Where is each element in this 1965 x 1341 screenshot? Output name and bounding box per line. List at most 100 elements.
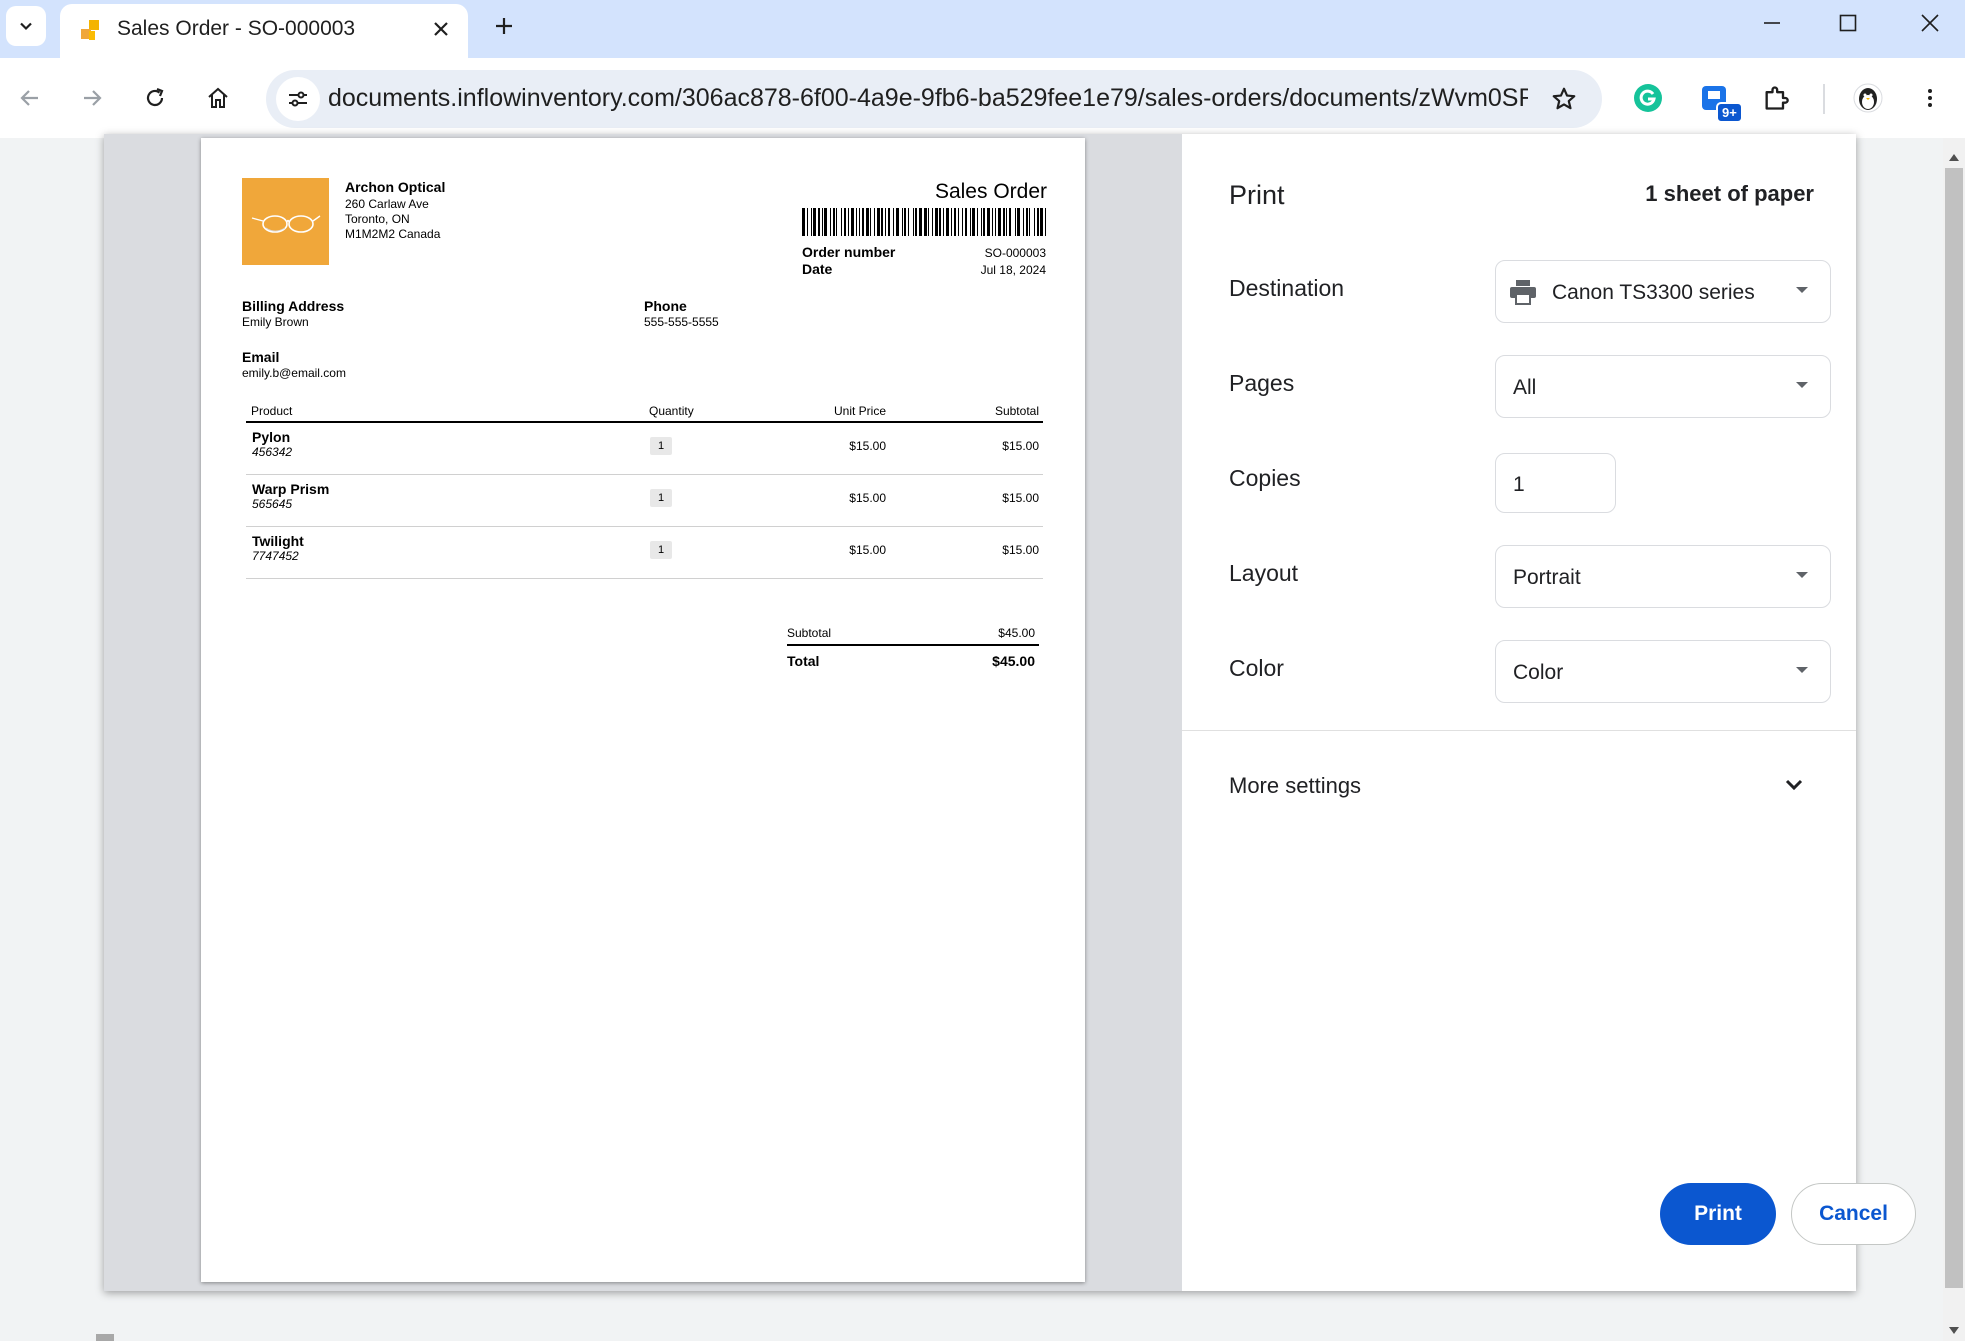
subtotal-label: Subtotal <box>787 626 832 640</box>
item-unit-price: $15.00 <box>849 491 886 505</box>
print-settings-panel: Print 1 sheet of paper Destination Canon… <box>1182 134 1916 1291</box>
back-arrow-icon <box>20 90 38 106</box>
print-dialog: Archon Optical 260 Carlaw Ave Toronto, O… <box>104 134 1916 1291</box>
layout-label: Layout <box>1229 560 1299 586</box>
maximize-button[interactable] <box>1808 0 1888 46</box>
column-header-unit-price: Unit Price <box>833 404 886 418</box>
preview-page: Archon Optical 260 Carlaw Ave Toronto, O… <box>201 138 1085 1282</box>
destination-value: Canon TS3300 series <box>1552 281 1755 304</box>
item-quantity: 1 <box>650 489 672 507</box>
minimize-icon <box>1764 22 1780 24</box>
active-tab[interactable]: Sales Order - SO-000003 <box>60 4 468 58</box>
layout-value: Portrait <box>1513 566 1581 589</box>
toolbar-separator <box>1823 84 1825 114</box>
item-sku: 456342 <box>252 445 293 459</box>
item-quantity: 1 <box>650 437 672 455</box>
item-unit-price: $15.00 <box>849 439 886 453</box>
date-value: Jul 18, 2024 <box>980 263 1046 277</box>
email-label: Email <box>242 349 280 365</box>
item-unit-price: $15.00 <box>849 543 886 557</box>
home-icon <box>208 87 228 108</box>
order-number-value: SO-000003 <box>984 246 1046 260</box>
column-header-product: Product <box>251 404 293 418</box>
date-label: Date <box>802 261 833 277</box>
total-value: $45.00 <box>992 653 1035 669</box>
page-viewport: Archon Optical 260 Carlaw Ave Toronto, O… <box>0 134 1965 1341</box>
item-name: Twilight <box>252 533 304 549</box>
scroll-up-button[interactable] <box>1945 148 1963 166</box>
more-settings-label: More settings <box>1229 773 1362 798</box>
table-row: Pylon 456342 1 $15.00 $15.00 <box>246 423 1043 475</box>
item-subtotal: $15.00 <box>1002 439 1039 453</box>
pages-select[interactable]: All <box>1495 355 1831 418</box>
browser-menu-button[interactable] <box>1908 76 1952 120</box>
url-text[interactable]: documents.inflowinventory.com/306ac878-6… <box>328 84 1528 113</box>
copies-value: 1 <box>1513 473 1525 496</box>
dropdown-arrow-icon <box>1796 287 1808 293</box>
pages-value: All <box>1513 376 1537 399</box>
extension-count-badge: 9+ <box>1716 102 1743 123</box>
kebab-menu-icon <box>1928 89 1932 107</box>
company-name: Archon Optical <box>345 179 446 195</box>
total-label: Total <box>787 653 820 669</box>
bookmark-button[interactable] <box>1542 77 1586 121</box>
maximize-icon <box>1839 14 1857 32</box>
eyeglasses-icon <box>251 215 321 233</box>
address-bar[interactable]: documents.inflowinventory.com/306ac878-6… <box>266 70 1602 128</box>
company-address-line-3: M1M2M2 Canada <box>345 227 441 241</box>
minimize-button[interactable] <box>1732 0 1812 46</box>
company-logo <box>242 178 329 265</box>
forward-arrow-icon <box>84 90 102 106</box>
layout-select[interactable]: Portrait <box>1495 545 1831 608</box>
tab-strip: Sales Order - SO-000003 <box>0 0 1965 58</box>
destination-select[interactable]: Canon TS3300 series <box>1495 260 1831 323</box>
window-close-button[interactable] <box>1890 0 1965 46</box>
print-preview-area: Archon Optical 260 Carlaw Ave Toronto, O… <box>104 134 1182 1291</box>
copies-label: Copies <box>1229 465 1301 491</box>
inflow-favicon-icon <box>81 20 99 40</box>
dropdown-arrow-icon <box>1796 572 1808 578</box>
print-button[interactable]: Print <box>1660 1183 1776 1245</box>
extensions-button[interactable] <box>1754 76 1798 120</box>
triangle-up-icon <box>1949 154 1959 161</box>
phone-value: 555-555-5555 <box>644 315 719 329</box>
subtotal-value: $45.00 <box>998 626 1035 640</box>
company-address-line-2: Toronto, ON <box>345 212 410 226</box>
back-button[interactable] <box>8 76 52 120</box>
sales-order-document: Archon Optical 260 Carlaw Ave Toronto, O… <box>201 138 1085 1282</box>
grammarly-extension[interactable] <box>1626 76 1670 120</box>
document-title: Sales Order <box>934 180 1047 203</box>
tab-close-button[interactable] <box>426 14 456 44</box>
forward-button[interactable] <box>70 76 114 120</box>
color-select[interactable]: Color <box>1495 640 1831 703</box>
star-icon <box>1552 87 1576 110</box>
profile-button[interactable] <box>1846 76 1890 120</box>
new-tab-button[interactable] <box>484 6 524 46</box>
printer-icon <box>1510 280 1536 305</box>
home-button[interactable] <box>196 76 240 120</box>
more-settings-toggle[interactable]: More settings <box>1182 731 1856 857</box>
grammarly-icon <box>1634 84 1662 112</box>
billing-address-label: Billing Address <box>242 298 345 314</box>
pages-label: Pages <box>1229 370 1295 396</box>
order-number-label: Order number <box>802 244 896 260</box>
scrollbar-thumb[interactable] <box>1945 168 1963 1288</box>
reload-button[interactable] <box>133 76 177 120</box>
item-subtotal: $15.00 <box>1002 543 1039 557</box>
copies-input[interactable]: 1 <box>1495 453 1616 513</box>
plus-icon <box>496 18 512 34</box>
tab-title: Sales Order - SO-000003 <box>117 17 356 40</box>
item-name: Pylon <box>252 429 291 445</box>
destination-label: Destination <box>1229 275 1345 301</box>
cancel-button[interactable]: Cancel <box>1791 1183 1916 1245</box>
scroll-down-button[interactable] <box>1945 1322 1963 1340</box>
print-title: Print <box>1229 180 1285 210</box>
dropdown-arrow-icon <box>1796 667 1808 673</box>
badge-extension[interactable]: 9+ <box>1692 76 1743 123</box>
horizontal-scrollbar-thumb[interactable] <box>96 1334 114 1341</box>
site-settings-icon <box>289 91 307 107</box>
tab-search-button[interactable] <box>6 6 46 46</box>
item-sku: 565645 <box>252 497 293 511</box>
site-info-button[interactable] <box>276 77 320 121</box>
triangle-down-icon <box>1949 1327 1959 1334</box>
